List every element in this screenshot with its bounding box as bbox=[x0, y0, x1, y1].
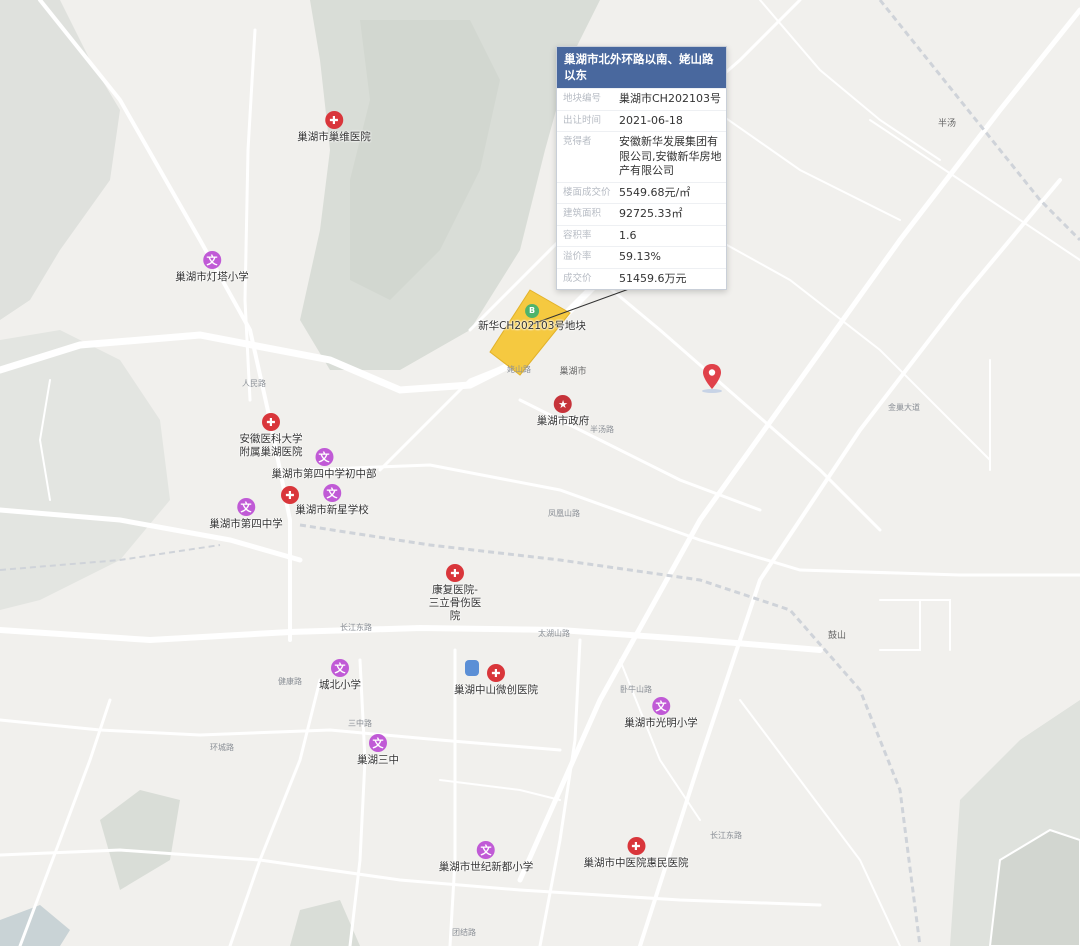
parcel-label: 新华CH202103号地块 bbox=[478, 320, 586, 332]
hospital-icon: ✚ bbox=[627, 837, 645, 855]
row-key: 容积率 bbox=[557, 224, 617, 247]
school-icon: 文 bbox=[331, 659, 349, 677]
poi-label: 巢湖市世纪新都小学 bbox=[438, 861, 534, 873]
school-icon: 文 bbox=[315, 448, 333, 466]
row-key: 出让时间 bbox=[557, 109, 617, 132]
road-label: 凤凰山路 bbox=[548, 509, 580, 518]
poi-label: 巢湖市第四中学初中部 bbox=[271, 468, 377, 480]
row-value: 5549.68元/㎡ bbox=[617, 181, 726, 204]
popup-row: 溢价率 59.13% bbox=[557, 246, 726, 268]
road-label: 太湖山路 bbox=[538, 629, 570, 638]
poi-school[interactable]: 文 城北小学 bbox=[319, 659, 361, 692]
poi-hospital[interactable]: ✚ 巢湖市中医院惠民医院 bbox=[584, 837, 689, 870]
land-icon: B bbox=[525, 304, 539, 318]
road-label: 人民路 bbox=[242, 379, 266, 388]
road-label: 姥山路 bbox=[507, 365, 531, 374]
poi-school[interactable]: 文 巢湖市新星学校 bbox=[295, 484, 369, 517]
road-label: 长江东路 bbox=[710, 831, 742, 840]
road-label: 金巢大道 bbox=[888, 403, 920, 412]
popup-row: 地块编号 巢湖市CH202103号 bbox=[557, 88, 726, 110]
popup-row: 建筑面积 92725.33㎡ bbox=[557, 203, 726, 225]
road-label: 健康路 bbox=[278, 677, 302, 686]
place-banshang: 半汤 bbox=[938, 119, 957, 129]
school-icon: 文 bbox=[203, 251, 221, 269]
poi-area: 巢湖市 bbox=[559, 364, 586, 377]
row-value: 59.13% bbox=[617, 246, 726, 268]
school-icon: 文 bbox=[323, 484, 341, 502]
poi-hospital[interactable]: ✚ 康复医院-三立骨伤医院 bbox=[427, 564, 483, 623]
hospital-icon: ✚ bbox=[446, 564, 464, 582]
popup-row: 出让时间 2021-06-18 bbox=[557, 109, 726, 132]
poi-label: 巢湖市中医院惠民医院 bbox=[583, 857, 689, 869]
poi-hospital[interactable]: ✚ 巢湖市巢维医院 bbox=[297, 111, 371, 144]
location-pin-icon[interactable] bbox=[701, 362, 723, 398]
poi-label: 巢湖市第四中学 bbox=[209, 518, 283, 530]
school-icon: 文 bbox=[369, 734, 387, 752]
row-key: 溢价率 bbox=[557, 246, 617, 268]
poi-label: 巢湖三中 bbox=[357, 754, 399, 766]
row-key: 楼面成交价 bbox=[557, 181, 617, 204]
poi-parcel[interactable]: B 新华CH202103号地块 bbox=[478, 304, 586, 333]
hospital-icon: ✚ bbox=[487, 664, 505, 682]
poi-school[interactable]: 文 巢湖三中 bbox=[357, 734, 399, 767]
popup-row: 成交价 51459.6万元 bbox=[557, 267, 726, 289]
poi-label: 巢湖中山微创医院 bbox=[454, 684, 538, 696]
road-label: 团结路 bbox=[452, 928, 476, 937]
row-value: 51459.6万元 bbox=[617, 267, 726, 289]
row-key: 竞得者 bbox=[557, 131, 617, 182]
poi-label: 巢湖市灯塔小学 bbox=[175, 271, 249, 283]
hospital-icon: ✚ bbox=[262, 413, 280, 431]
poi-label: 巢湖市新星学校 bbox=[295, 504, 369, 516]
star-icon: ★ bbox=[554, 395, 572, 413]
poi-hospital[interactable]: ✚ 巢湖中山微创医院 bbox=[454, 664, 538, 697]
row-value: 巢湖市CH202103号 bbox=[617, 88, 726, 110]
popup-row: 竞得者 安徽新华发展集团有限公司,安徽新华房地产有限公司 bbox=[557, 131, 726, 182]
road-label: 半汤路 bbox=[590, 425, 614, 434]
poi-school[interactable]: 文 巢湖市世纪新都小学 bbox=[438, 841, 534, 874]
poi-school[interactable]: 文 巢湖市灯塔小学 bbox=[175, 251, 249, 284]
hospital-icon: ✚ bbox=[325, 111, 343, 129]
road-label: 环城路 bbox=[210, 743, 234, 752]
poi-label: 城北小学 bbox=[319, 679, 361, 691]
place-gushan: 鼓山 bbox=[828, 631, 847, 641]
poi-label: 康复医院-三立骨伤医院 bbox=[428, 584, 482, 622]
school-icon: 文 bbox=[237, 498, 255, 516]
poi-school[interactable]: 文 巢湖市光明小学 bbox=[624, 697, 698, 730]
poi-government[interactable]: ★ 巢湖市政府 bbox=[536, 395, 590, 428]
poi-label: 巢湖市政府 bbox=[536, 415, 590, 427]
row-key: 建筑面积 bbox=[557, 203, 617, 225]
row-value: 1.6 bbox=[617, 224, 726, 247]
popup-row: 容积率 1.6 bbox=[557, 224, 726, 247]
school-icon: 文 bbox=[652, 697, 670, 715]
row-value: 92725.33㎡ bbox=[617, 203, 726, 225]
parcel-info-popup[interactable]: 巢湖市北外环路以南、姥山路以东 地块编号 巢湖市CH202103号 出让时间 202… bbox=[556, 46, 727, 290]
popup-row: 楼面成交价 5549.68元/㎡ bbox=[557, 181, 726, 204]
poi-school[interactable]: 文 巢湖市第四中学初中部 bbox=[272, 448, 377, 481]
area-label: 巢湖市 bbox=[559, 367, 587, 377]
road-label: 三中路 bbox=[348, 719, 372, 728]
school-icon: 文 bbox=[477, 841, 495, 859]
road-label: 卧牛山路 bbox=[620, 685, 652, 694]
poi-label: 巢湖市巢维医院 bbox=[297, 131, 371, 143]
row-value: 2021-06-18 bbox=[617, 109, 726, 132]
row-value: 安徽新华发展集团有限公司,安徽新华房地产有限公司 bbox=[617, 131, 726, 182]
road-label: 长江东路 bbox=[340, 623, 372, 632]
poi-label: 巢湖市光明小学 bbox=[624, 717, 698, 729]
row-key: 成交价 bbox=[557, 267, 617, 289]
popup-title: 巢湖市北外环路以南、姥山路以东 bbox=[557, 47, 726, 88]
popup-table: 地块编号 巢湖市CH202103号 出让时间 2021-06-18 竞得者 安徽新华发… bbox=[557, 88, 726, 289]
row-key: 地块编号 bbox=[557, 88, 617, 110]
poi-school[interactable]: 文 巢湖市第四中学 bbox=[209, 498, 283, 531]
map-canvas[interactable] bbox=[0, 0, 1080, 946]
